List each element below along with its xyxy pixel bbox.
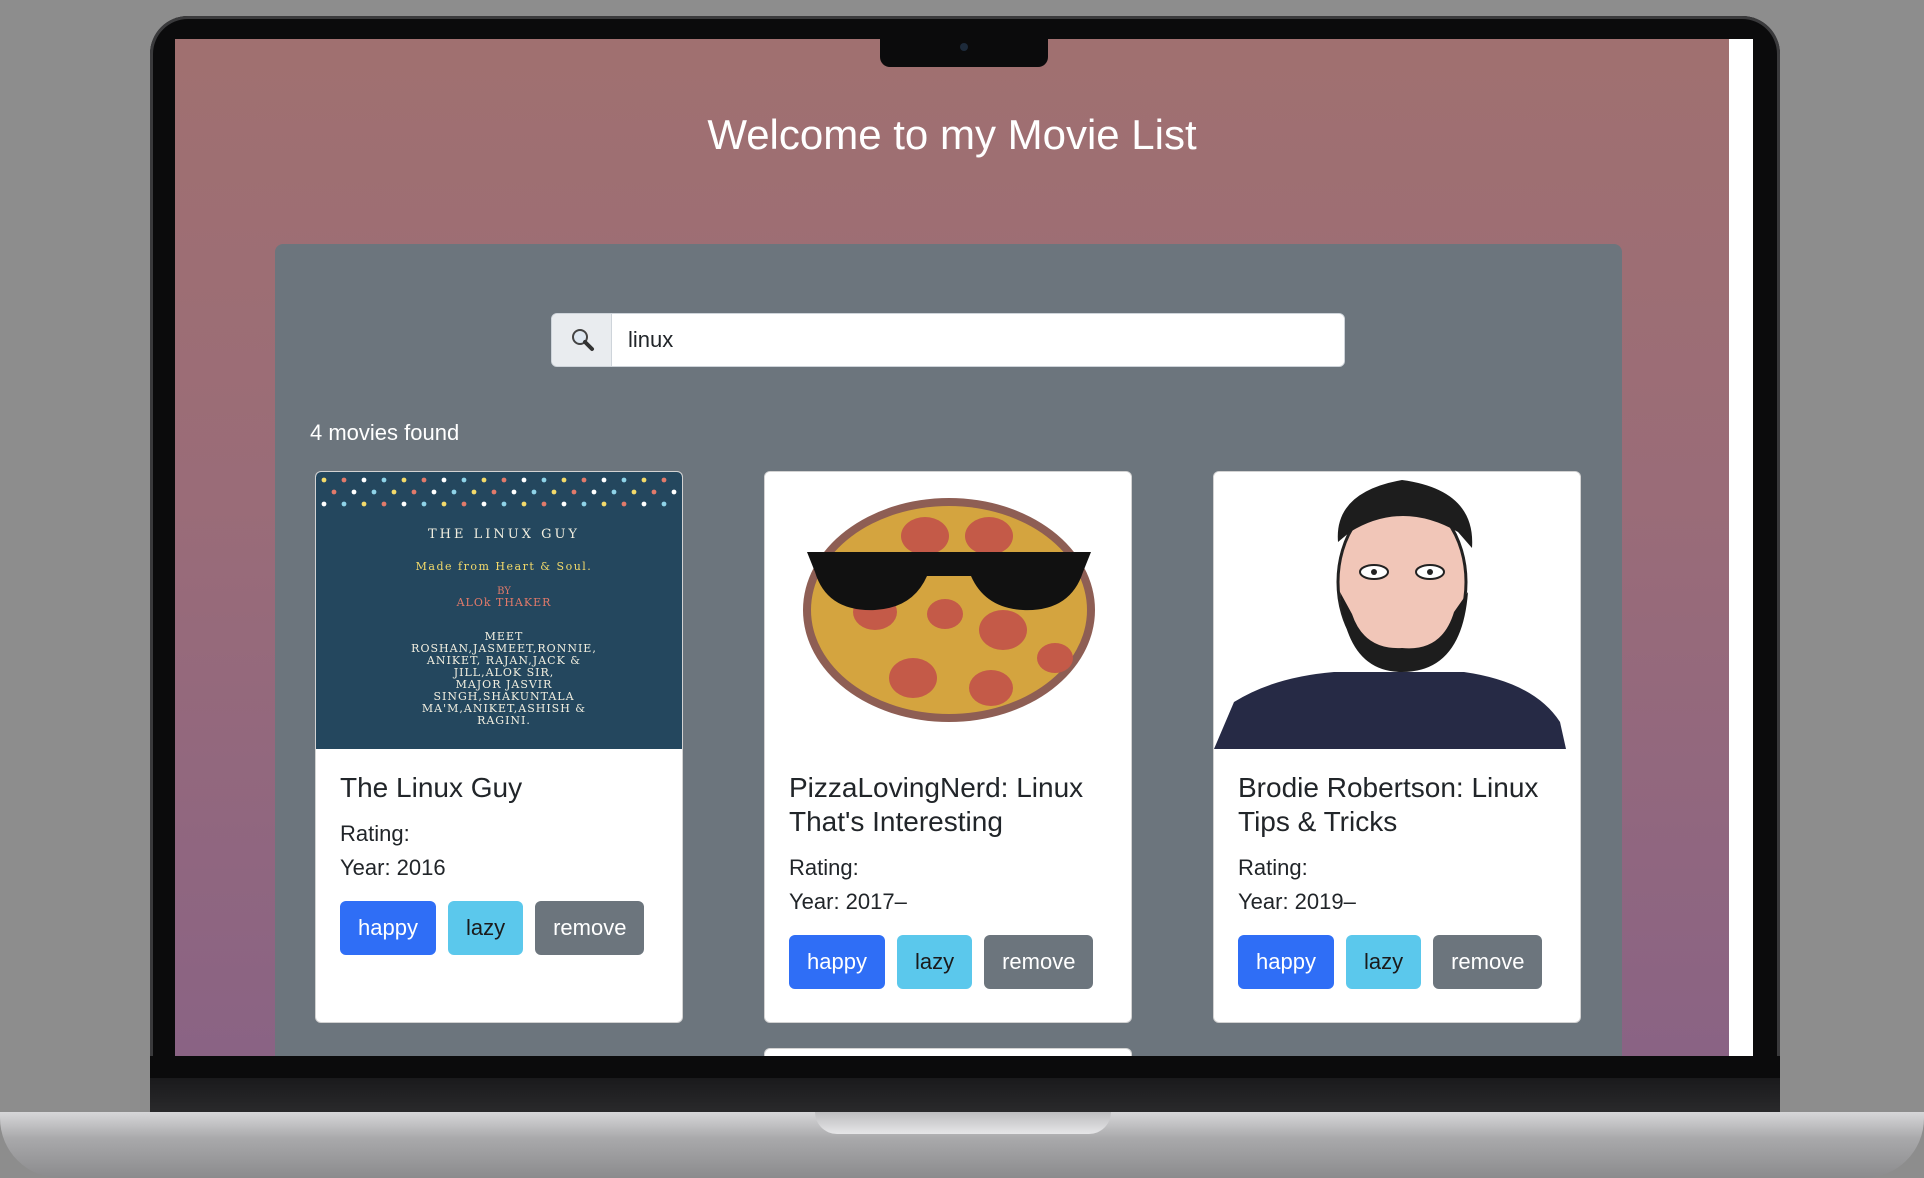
lazy-button[interactable]: lazy bbox=[896, 935, 973, 989]
confetti-dot bbox=[491, 489, 497, 495]
movie-title: PizzaLovingNerd: Linux That's Interestin… bbox=[789, 772, 1084, 837]
remove-button[interactable]: remove bbox=[535, 901, 645, 955]
happy-button[interactable]: happy bbox=[789, 935, 885, 989]
laptop-hinge bbox=[150, 1078, 1780, 1114]
confetti-dot bbox=[571, 489, 577, 495]
confetti-dot bbox=[411, 489, 417, 495]
confetti-dot bbox=[361, 501, 367, 507]
movie-title: The Linux Guy bbox=[340, 772, 523, 803]
remove-button[interactable]: remove bbox=[1433, 935, 1543, 989]
confetti-dot bbox=[461, 477, 467, 483]
lazy-button[interactable]: lazy bbox=[447, 901, 524, 955]
confetti-dot bbox=[461, 501, 467, 507]
poster-line: Made from Heart & Soul. bbox=[416, 560, 593, 573]
confetti-dot bbox=[401, 477, 407, 483]
confetti-dot bbox=[341, 501, 347, 507]
poster-title: THE LINUX GUY bbox=[428, 527, 580, 542]
lazy-button[interactable]: lazy bbox=[1345, 935, 1422, 989]
confetti-dot bbox=[381, 501, 387, 507]
confetti-dot bbox=[401, 501, 407, 507]
movie-poster bbox=[1214, 472, 1580, 749]
confetti-dot bbox=[341, 477, 347, 483]
confetti-dot bbox=[561, 501, 567, 507]
happy-button[interactable]: happy bbox=[1238, 935, 1334, 989]
confetti-dot bbox=[351, 489, 357, 495]
confetti-dot bbox=[611, 489, 617, 495]
movie-title: Brodie Robertson: Linux Tips & Tricks bbox=[1238, 772, 1539, 837]
laptop-screen: Welcome to my Movie List 4 movies found … bbox=[175, 39, 1753, 1056]
confetti-dot bbox=[581, 477, 587, 483]
confetti-dot bbox=[631, 489, 637, 495]
confetti-dot bbox=[541, 501, 547, 507]
confetti-dot bbox=[331, 489, 337, 495]
confetti-dot bbox=[641, 501, 647, 507]
confetti-dot bbox=[561, 477, 567, 483]
confetti-dot bbox=[651, 489, 657, 495]
confetti-dot bbox=[391, 489, 397, 495]
confetti-dot bbox=[421, 477, 427, 483]
confetti-dot bbox=[531, 489, 537, 495]
camera-notch bbox=[880, 36, 1048, 67]
poster-line: ALOk THAKER bbox=[456, 596, 552, 609]
confetti-dot bbox=[321, 477, 327, 483]
movie-rating: Rating: bbox=[1238, 855, 1308, 880]
confetti-dot bbox=[621, 501, 627, 507]
search-icon[interactable] bbox=[552, 314, 612, 366]
confetti-dot bbox=[601, 501, 607, 507]
movie-card: Brodie Robertson: Linux Tips & Tricks Ra… bbox=[1213, 471, 1581, 1023]
remove-button[interactable]: remove bbox=[984, 935, 1094, 989]
movie-card: PizzaLovingNerd: Linux That's Interestin… bbox=[764, 471, 1132, 1023]
confetti-dot bbox=[371, 489, 377, 495]
movie-year: Year: 2019– bbox=[1238, 889, 1356, 914]
movie-year: Year: 2017– bbox=[789, 889, 907, 914]
confetti-dot bbox=[471, 489, 477, 495]
confetti-dot bbox=[381, 477, 387, 483]
results-count: 4 movies found bbox=[310, 420, 460, 445]
confetti-dot bbox=[441, 477, 447, 483]
search-input[interactable] bbox=[612, 314, 1344, 366]
confetti-dot bbox=[661, 501, 667, 507]
confetti-dot bbox=[591, 489, 597, 495]
confetti-dot bbox=[661, 477, 667, 483]
confetti-dot bbox=[321, 501, 327, 507]
confetti-dot bbox=[641, 477, 647, 483]
movie-poster: THE LINUX GUY Made from Heart & Soul. BY… bbox=[316, 472, 682, 749]
movie-card: THE LINUX GUY Made from Heart & Soul. BY… bbox=[315, 471, 683, 1023]
confetti-dot bbox=[431, 489, 437, 495]
movie-rating: Rating: bbox=[789, 855, 859, 880]
scroll-strip bbox=[1729, 39, 1753, 1056]
confetti-dot bbox=[671, 489, 677, 495]
confetti-dot bbox=[481, 477, 487, 483]
confetti-dot bbox=[551, 489, 557, 495]
movie-card-partial bbox=[764, 1048, 1132, 1056]
movie-year: Year: 2016 bbox=[340, 855, 446, 880]
confetti-dot bbox=[451, 489, 457, 495]
confetti-dot bbox=[521, 477, 527, 483]
movie-rating: Rating: bbox=[340, 821, 410, 846]
search-bar bbox=[551, 313, 1345, 367]
confetti-dot bbox=[501, 477, 507, 483]
page-title: Welcome to my Movie List bbox=[707, 111, 1197, 158]
confetti-dot bbox=[601, 477, 607, 483]
confetti-dot bbox=[521, 501, 527, 507]
confetti-dot bbox=[421, 501, 427, 507]
confetti-dot bbox=[621, 477, 627, 483]
poster-line: RAGINI. bbox=[477, 714, 531, 727]
camera-icon bbox=[960, 43, 968, 51]
happy-button[interactable]: happy bbox=[340, 901, 436, 955]
confetti-dot bbox=[481, 501, 487, 507]
confetti-dot bbox=[511, 489, 517, 495]
confetti-dot bbox=[581, 501, 587, 507]
confetti-dot bbox=[361, 477, 367, 483]
movie-panel: 4 movies found THE LINUX GUY Made from H… bbox=[275, 244, 1622, 1056]
laptop-base-notch bbox=[815, 1112, 1111, 1134]
confetti-dot bbox=[501, 501, 507, 507]
confetti-dot bbox=[541, 477, 547, 483]
confetti-dot bbox=[441, 501, 447, 507]
movie-poster bbox=[765, 472, 1131, 749]
